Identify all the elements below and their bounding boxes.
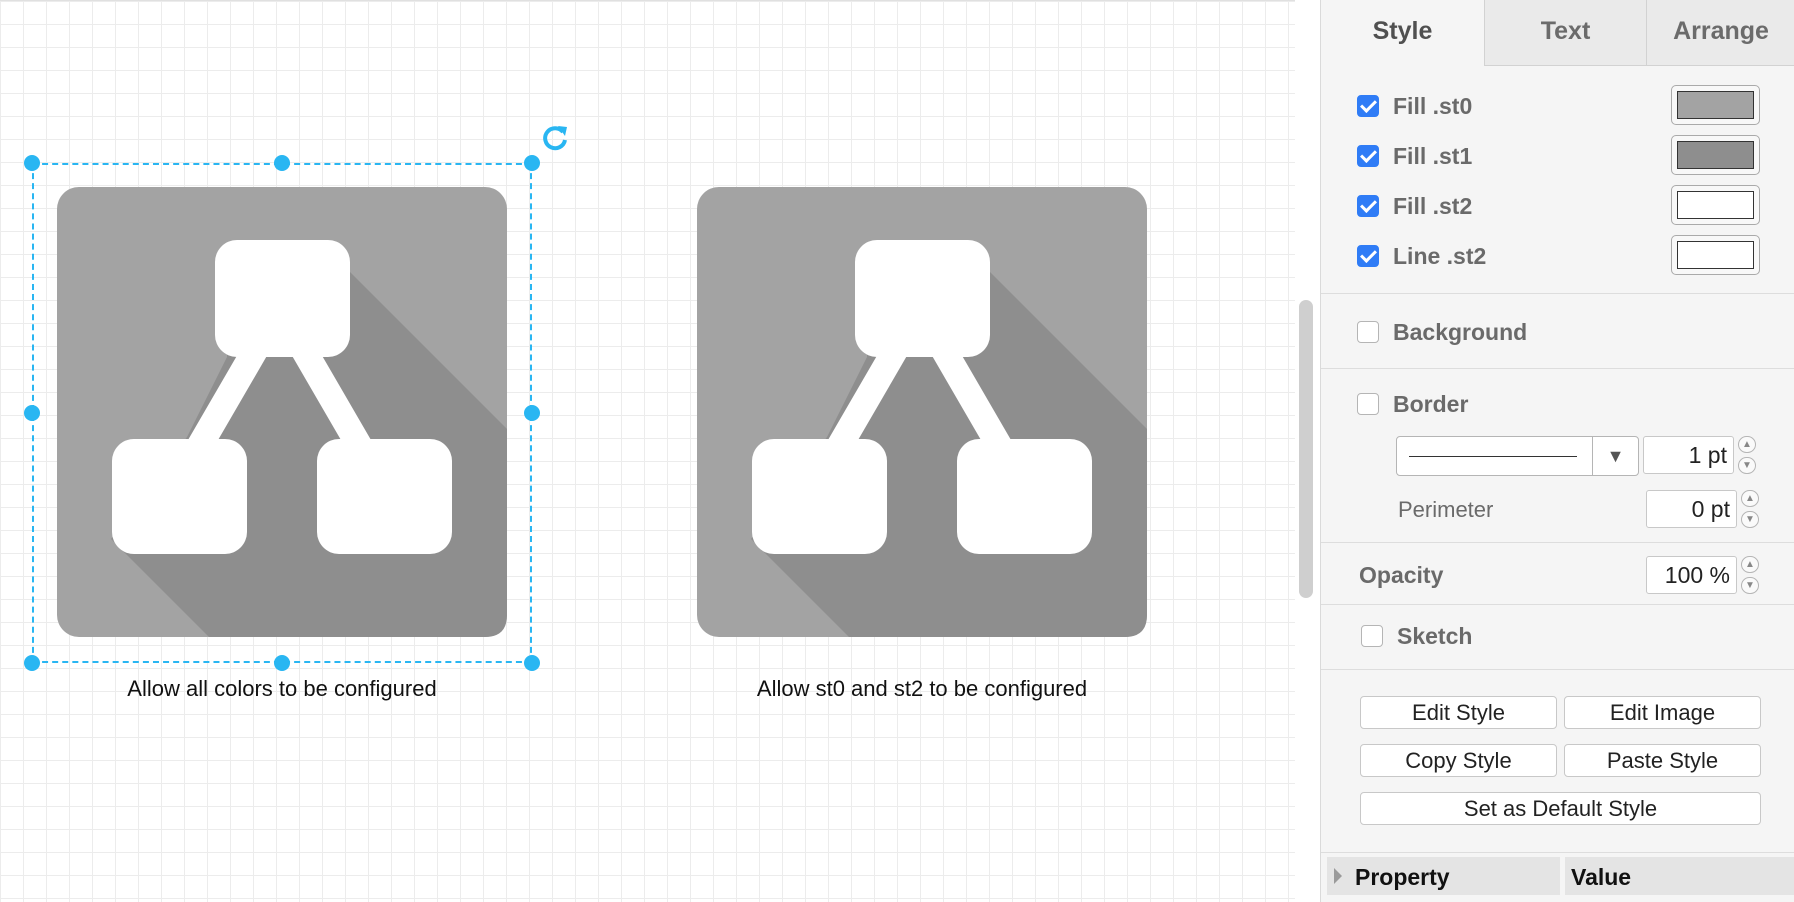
shape-caption-2[interactable]: Allow st0 and st2 to be configured	[697, 676, 1147, 702]
sketch-checkbox[interactable]	[1361, 625, 1383, 647]
perimeter-stepper[interactable]: ▲ ▼	[1741, 490, 1761, 528]
divider	[1321, 368, 1794, 369]
selection-box	[32, 163, 532, 663]
resize-handle-ne[interactable]	[524, 155, 540, 171]
resize-handle-w[interactable]	[24, 405, 40, 421]
drawio-logo-icon	[697, 187, 1147, 637]
rotate-handle-icon[interactable]	[541, 123, 571, 153]
canvas-scrollbar[interactable]	[1299, 300, 1313, 598]
color-swatch	[1677, 141, 1754, 169]
divider	[1321, 852, 1794, 853]
panel-tabs: Style Text Arrange	[1321, 0, 1794, 66]
opacity-stepper[interactable]: ▲ ▼	[1741, 556, 1761, 594]
color-swatch	[1677, 91, 1754, 119]
fill-st2-checkbox[interactable]	[1357, 195, 1379, 217]
value-column-header: Value	[1565, 857, 1794, 895]
diagram-icon-shape-2[interactable]	[697, 187, 1147, 637]
tab-arrange[interactable]: Arrange	[1646, 0, 1794, 66]
line-st2-row: Line .st2	[1357, 241, 1486, 271]
fill-st0-color-button[interactable]	[1671, 85, 1760, 125]
stepper-up-icon[interactable]: ▲	[1741, 556, 1759, 573]
stepper-down-icon[interactable]: ▼	[1738, 457, 1756, 474]
stepper-down-icon[interactable]: ▼	[1741, 511, 1759, 528]
edit-image-button[interactable]: Edit Image	[1564, 696, 1761, 729]
fill-st2-color-button[interactable]	[1671, 185, 1760, 225]
line-st2-color-button[interactable]	[1671, 235, 1760, 275]
fill-st0-row: Fill .st0	[1357, 91, 1472, 121]
sketch-label: Sketch	[1397, 622, 1473, 649]
resize-handle-s[interactable]	[274, 655, 290, 671]
shape-caption[interactable]: Allow all colors to be configured	[57, 676, 507, 702]
dropdown-arrow-icon: ▼	[1592, 437, 1638, 475]
solid-line-pattern	[1409, 456, 1577, 457]
fill-st0-checkbox[interactable]	[1357, 95, 1379, 117]
format-panel: Style Text Arrange Fill .st0 Fill .st1 F…	[1320, 0, 1794, 902]
property-column-header[interactable]: Property	[1327, 857, 1560, 895]
diagram-canvas[interactable]: Allow all colors to be configured Allow …	[0, 0, 1295, 902]
stepper-up-icon[interactable]: ▲	[1738, 436, 1756, 453]
stepper-up-icon[interactable]: ▲	[1741, 490, 1759, 507]
line-st2-checkbox[interactable]	[1357, 245, 1379, 267]
fill-st2-row: Fill .st2	[1357, 191, 1472, 221]
fill-st0-label: Fill .st0	[1393, 92, 1473, 119]
resize-handle-sw[interactable]	[24, 655, 40, 671]
sketch-row: Sketch	[1361, 621, 1472, 651]
resize-handle-se[interactable]	[524, 655, 540, 671]
set-default-style-button[interactable]: Set as Default Style	[1360, 792, 1761, 825]
value-column-label: Value	[1571, 864, 1632, 890]
color-swatch	[1677, 241, 1754, 269]
tab-style[interactable]: Style	[1321, 0, 1484, 66]
property-column-label: Property	[1355, 864, 1450, 890]
resize-handle-n[interactable]	[274, 155, 290, 171]
tab-text[interactable]: Text	[1484, 0, 1646, 66]
stepper-down-icon[interactable]: ▼	[1741, 577, 1759, 594]
properties-table-header: Property Value	[1327, 857, 1794, 895]
border-pattern-select[interactable]: ▼	[1396, 436, 1639, 476]
opacity-label: Opacity	[1359, 562, 1444, 588]
opacity-input[interactable]: 100 %	[1646, 556, 1737, 594]
fill-st1-label: Fill .st1	[1393, 142, 1473, 169]
fill-st1-color-button[interactable]	[1671, 135, 1760, 175]
perimeter-input[interactable]: 0 pt	[1646, 490, 1737, 528]
border-checkbox[interactable]	[1357, 393, 1379, 415]
divider	[1321, 293, 1794, 294]
fill-st2-label: Fill .st2	[1393, 192, 1473, 219]
background-checkbox[interactable]	[1357, 321, 1379, 343]
line-st2-label: Line .st2	[1393, 242, 1487, 269]
fill-st1-checkbox[interactable]	[1357, 145, 1379, 167]
border-width-stepper[interactable]: ▲ ▼	[1738, 436, 1758, 474]
fill-st1-row: Fill .st1	[1357, 141, 1472, 171]
resize-handle-e[interactable]	[524, 405, 540, 421]
divider	[1321, 542, 1794, 543]
color-swatch	[1677, 191, 1754, 219]
border-row: Border	[1357, 389, 1468, 419]
paste-style-button[interactable]: Paste Style	[1564, 744, 1761, 777]
divider	[1321, 669, 1794, 670]
expand-arrow-icon[interactable]	[1334, 868, 1342, 884]
divider	[1321, 604, 1794, 605]
resize-handle-nw[interactable]	[24, 155, 40, 171]
border-label: Border	[1393, 390, 1469, 417]
background-label: Background	[1393, 318, 1528, 345]
perimeter-label: Perimeter	[1398, 497, 1494, 522]
copy-style-button[interactable]: Copy Style	[1360, 744, 1557, 777]
background-row: Background	[1357, 317, 1527, 347]
border-width-input[interactable]: 1 pt	[1643, 436, 1734, 474]
edit-style-button[interactable]: Edit Style	[1360, 696, 1557, 729]
